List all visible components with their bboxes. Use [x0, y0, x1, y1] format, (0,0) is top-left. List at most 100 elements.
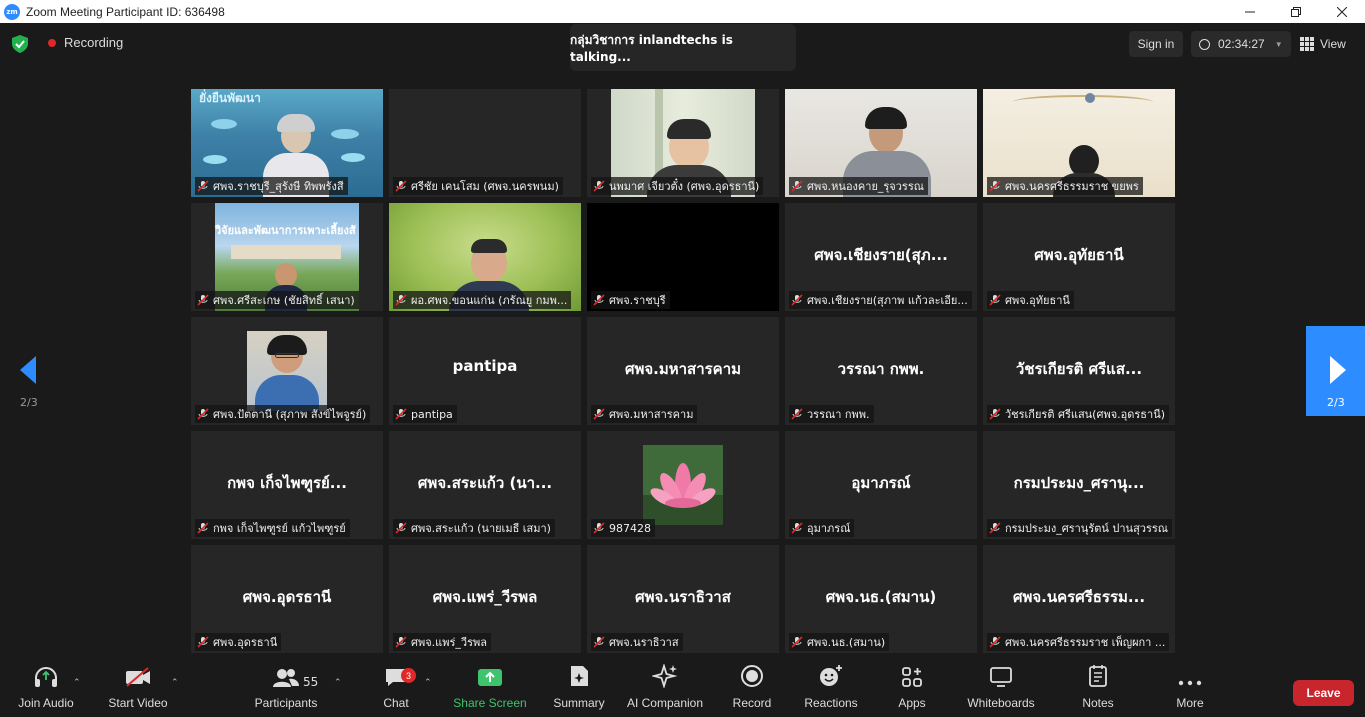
participant-tile[interactable]: กพจ เก็จไพฑูรย์... กพจ เก็จไพฑูรย์ แก้วไ…: [191, 431, 383, 539]
participant-tile[interactable]: ศพจ.ปัตตานี (สุภาพ สังข์ไพจูรย์): [191, 317, 383, 425]
participants-icon: [273, 669, 299, 687]
minimize-icon: [1245, 11, 1255, 12]
participant-tile[interactable]: ศพจ.หนองคาย_รุจวรรณ: [785, 89, 977, 197]
recording-indicator[interactable]: Recording: [48, 35, 123, 50]
leave-button[interactable]: Leave: [1293, 680, 1354, 706]
join-audio-button[interactable]: Join Audio: [12, 660, 80, 717]
participant-display-name: ศพจ.นธ.(สมาน): [825, 588, 937, 606]
reactions-button[interactable]: Reactions: [800, 660, 862, 717]
participant-display-name: อุมาภรณ์: [851, 474, 911, 492]
reactions-label: Reactions: [804, 696, 858, 710]
whiteboard-icon: [990, 667, 1012, 687]
microphone-muted-icon: [395, 180, 407, 192]
participant-tile[interactable]: ศพจ.นราธิวาส ศพจ.นราธิวาส: [587, 545, 779, 653]
whiteboards-label: Whiteboards: [967, 696, 1035, 710]
sign-in-button[interactable]: Sign in: [1129, 31, 1183, 57]
participant-name: ศพจ.สระแก้ว (นายเมธี เสมา): [411, 522, 551, 535]
more-button[interactable]: More: [1164, 660, 1216, 717]
summary-button[interactable]: Summary: [548, 660, 610, 717]
meeting-toolbar: Join Audio ⌃ Start Video ⌃ Participants …: [0, 660, 1365, 717]
participant-tile[interactable]: ศพจ.นธ.(สมาน) ศพจ.นธ.(สมาน): [785, 545, 977, 653]
microphone-muted-icon: [593, 294, 605, 306]
participant-tile[interactable]: ยั่งยืนพัฒนา ศพจ.ราชบุรี_สุรังษี ทิพพรัง…: [191, 89, 383, 197]
apps-button[interactable]: Apps: [886, 660, 938, 717]
participant-display-name: pantipa: [452, 357, 518, 375]
microphone-muted-icon: [593, 408, 605, 420]
shield-check-icon[interactable]: [12, 35, 28, 53]
participant-tile[interactable]: กรมประมง_ศรานุ... กรมประมง_ศรานุรัตน์ ปา…: [983, 431, 1175, 539]
chat-label: Chat: [383, 696, 409, 710]
headphones-icon: [35, 667, 57, 687]
chat-unread-badge: 3: [401, 668, 416, 683]
participant-tile[interactable]: 987428: [587, 431, 779, 539]
participant-name: กพจ เก็จไพฑูรย์ แก้วไพฑูรย์: [213, 522, 346, 535]
participant-tile[interactable]: วิจัยและพัฒนาการเพาะเลี้ยงสั ศพจ.ศรีสะเก…: [191, 203, 383, 311]
audio-options-chevron-icon[interactable]: ⌃: [73, 678, 81, 688]
whiteboards-button[interactable]: Whiteboards: [962, 660, 1040, 717]
view-button[interactable]: View: [1300, 31, 1356, 57]
participant-tile[interactable]: ผอ.ศพจ.ขอนแก่น (ภรัณยู กมพ...: [389, 203, 581, 311]
microphone-muted-icon: [395, 636, 407, 648]
record-button[interactable]: Record: [726, 660, 778, 717]
participant-display-name: ศพจ.อุทัยธานี: [1034, 246, 1124, 264]
video-off-icon: [126, 667, 150, 687]
start-video-button[interactable]: Start Video: [104, 660, 172, 717]
participant-tile[interactable]: ศพจ.อุดรธานี ศพจ.อุดรธานี: [191, 545, 383, 653]
participant-name: ศพจ.นธ.(สมาน): [807, 636, 886, 649]
participant-display-name: วรรณา กพพ.: [837, 360, 925, 378]
recording-label: Recording: [64, 35, 124, 50]
participant-name: ศพจ.มหาสารคาม: [609, 408, 694, 421]
participant-display-name: ศพจ.อุดรธานี: [242, 588, 332, 606]
active-speaker-toast: กลุ่มวิชาการ inlandtechs is talking...: [570, 24, 796, 71]
participant-tile[interactable]: ศพจ.นครศรีธรรมราช ขยพร: [983, 89, 1175, 197]
microphone-muted-icon: [791, 408, 803, 420]
microphone-muted-icon: [197, 180, 209, 192]
ai-companion-label: AI Companion: [626, 696, 704, 710]
grid-view-icon: [1300, 37, 1314, 51]
participant-name: ศพจ.ราชบุรี_สุรังษี ทิพพรังสี: [213, 180, 344, 193]
participant-tile[interactable]: pantipa pantipa: [389, 317, 581, 425]
participant-name: ศพจ.ราชบุรี: [609, 294, 666, 307]
participant-tile[interactable]: วรรณา กพพ. วรรณา กพพ.: [785, 317, 977, 425]
participant-tile[interactable]: วัชรเกียรติ ศรีแส... วัชรเกียรติ ศรีแสน(…: [983, 317, 1175, 425]
start-video-label: Start Video: [108, 696, 168, 710]
participant-display-name: วัชรเกียรติ ศรีแส...: [1015, 360, 1143, 378]
participants-options-chevron-icon[interactable]: ⌃: [334, 678, 342, 688]
participant-tile[interactable]: ศพจ.นครศรีธรรม... ศพจ.นครศรีธรรมราช เพ็ญ…: [983, 545, 1175, 653]
participant-tile[interactable]: ศพจ.สระแก้ว (นา... ศพจ.สระแก้ว (นายเมธี …: [389, 431, 581, 539]
minimize-button[interactable]: [1227, 0, 1273, 23]
participant-tile[interactable]: นพมาศ เจียวตั๋ง (ศพจ.อุดรธานี): [587, 89, 779, 197]
participant-tile[interactable]: ศพจ.ราชบุรี: [587, 203, 779, 311]
join-audio-label: Join Audio: [18, 696, 74, 710]
participant-tile[interactable]: ศพจ.แพร่_วีรพล ศพจ.แพร่_วีรพล: [389, 545, 581, 653]
microphone-muted-icon: [989, 522, 1001, 534]
previous-page-button[interactable]: 2/3: [0, 326, 58, 416]
next-page-button[interactable]: 2/3: [1306, 326, 1365, 416]
participant-tile[interactable]: อุมาภรณ์ อุมาภรณ์: [785, 431, 977, 539]
participant-tile[interactable]: ศพจ.เชียงราย(สุภ... ศพจ.เชียงราย(สุภาพ แ…: [785, 203, 977, 311]
page-indicator-right: 2/3: [1327, 396, 1345, 409]
close-button[interactable]: [1319, 0, 1365, 23]
participant-display-name: ศพจ.นครศรีธรรม...: [1012, 588, 1146, 606]
chat-button[interactable]: 3 Chat: [370, 660, 422, 717]
share-screen-icon: [478, 669, 502, 686]
microphone-muted-icon: [989, 408, 1001, 420]
participant-name: ศพจ.อุดรธานี: [213, 636, 278, 649]
meeting-timer[interactable]: 02:34:27 ▼: [1191, 31, 1291, 57]
restore-button[interactable]: [1273, 0, 1319, 23]
chat-options-chevron-icon[interactable]: ⌃: [424, 678, 432, 688]
restore-icon: [1291, 6, 1301, 17]
record-icon: [741, 665, 763, 687]
notes-icon: [1089, 665, 1107, 687]
participant-name: อุมาภรณ์: [807, 522, 851, 535]
video-options-chevron-icon[interactable]: ⌃: [171, 678, 179, 688]
participant-tile[interactable]: ศพจ.อุทัยธานี ศพจ.อุทัยธานี: [983, 203, 1175, 311]
notes-button[interactable]: Notes: [1072, 660, 1124, 717]
participant-name: นพมาศ เจียวตั๋ง (ศพจ.อุดรธานี): [609, 180, 760, 193]
ai-companion-button[interactable]: AI Companion: [624, 660, 706, 717]
participant-tile[interactable]: ศพจ.มหาสารคาม ศพจ.มหาสารคาม: [587, 317, 779, 425]
participant-tile[interactable]: ศรีชัย เคนโสม (ศพจ.นครพนม): [389, 89, 581, 197]
participant-name: ศพจ.เชียงราย(สุภาพ แก้วละเอีย...: [807, 294, 968, 307]
participant-name: ศรีชัย เคนโสม (ศพจ.นครพนม): [411, 180, 559, 193]
share-screen-button[interactable]: Share Screen: [450, 660, 530, 717]
